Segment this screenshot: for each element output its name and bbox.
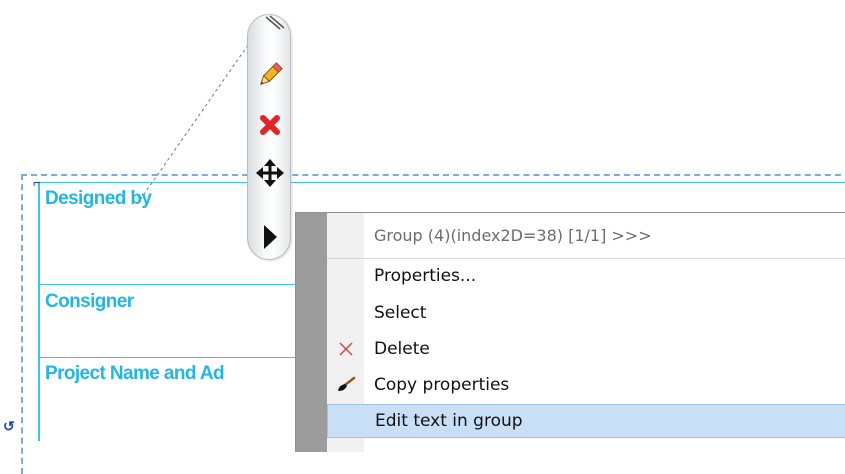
move-icon [256,159,284,187]
cell-designed-by[interactable]: Designed by [45,188,152,210]
menu-item-copy-properties[interactable]: Copy properties [327,368,845,402]
delete-x-icon [260,115,280,135]
table-divider-2 [38,357,298,358]
menu-item-label: Select [374,303,427,323]
pencil-icon [260,62,283,85]
delete-icon [338,342,353,356]
menu-item-edit-text-in-group[interactable]: Edit text in group [327,404,845,438]
menu-header-label: Group (4)(index2D=38) [1/1] >>> [374,226,652,245]
insertion-point-marker: ⌐ [33,174,42,190]
floating-toolbar [247,14,291,260]
delete-button[interactable] [254,109,286,141]
rotation-handle-icon[interactable]: ↺ [3,418,15,435]
move-button[interactable] [254,157,286,189]
menu-item-select[interactable]: Select [327,296,845,330]
expand-arrow-icon [264,225,277,249]
menu-item-label: Copy properties [374,375,510,395]
drawing-canvas[interactable]: ⌐ ↺ Designed by Consigner Project Name a… [0,0,845,474]
context-menu: Group (4)(index2D=38) [1/1] >>> Properti… [295,212,845,452]
cell-consigner[interactable]: Consigner [45,291,134,313]
menu-item-label: Edit text in group [375,411,523,431]
menu-header-group[interactable]: Group (4)(index2D=38) [1/1] >>> [327,213,845,259]
table-border-left [38,182,40,441]
menu-item-label: Delete [374,339,430,359]
edit-button[interactable] [254,59,286,91]
menu-item-label: Properties... [374,266,477,286]
menu-item-delete[interactable]: Delete [327,332,845,366]
grip-icon[interactable] [262,15,292,31]
table-border-top [38,182,845,183]
cell-project-name[interactable]: Project Name and Ad [45,363,225,385]
expand-button[interactable] [254,221,286,253]
table-divider-1 [38,284,298,285]
brush-icon [337,376,355,391]
menu-side-strip [296,213,327,452]
menu-item-properties[interactable]: Properties... [327,259,845,293]
